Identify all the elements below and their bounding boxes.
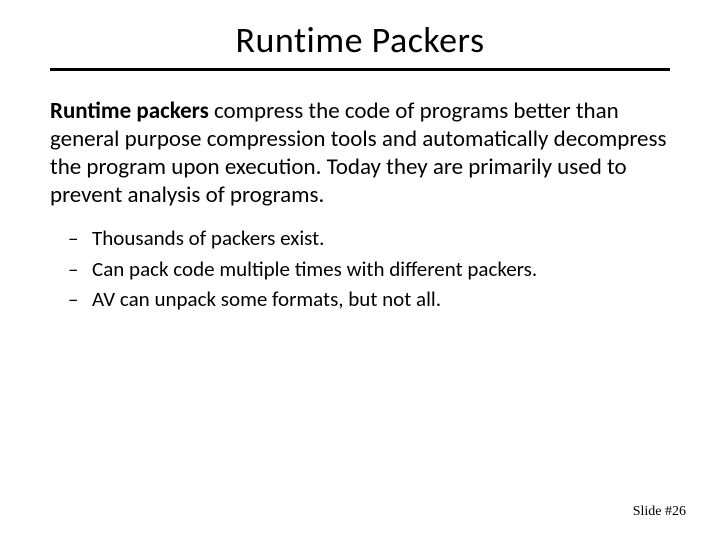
list-item: AV can unpack some formats, but not all.	[92, 284, 670, 314]
bullet-list: Thousands of packers exist. Can pack cod…	[50, 223, 670, 314]
title-rule	[50, 68, 670, 71]
slide-number: Slide #26	[633, 504, 686, 520]
body-text: Runtime packers compress the code of pro…	[50, 97, 670, 209]
slide: Runtime Packers Runtime packers compress…	[0, 0, 720, 540]
body-lead: Runtime packers	[50, 97, 209, 125]
list-item: Can pack code multiple times with differ…	[92, 254, 670, 284]
list-item: Thousands of packers exist.	[92, 223, 670, 253]
slide-title: Runtime Packers	[50, 18, 670, 68]
